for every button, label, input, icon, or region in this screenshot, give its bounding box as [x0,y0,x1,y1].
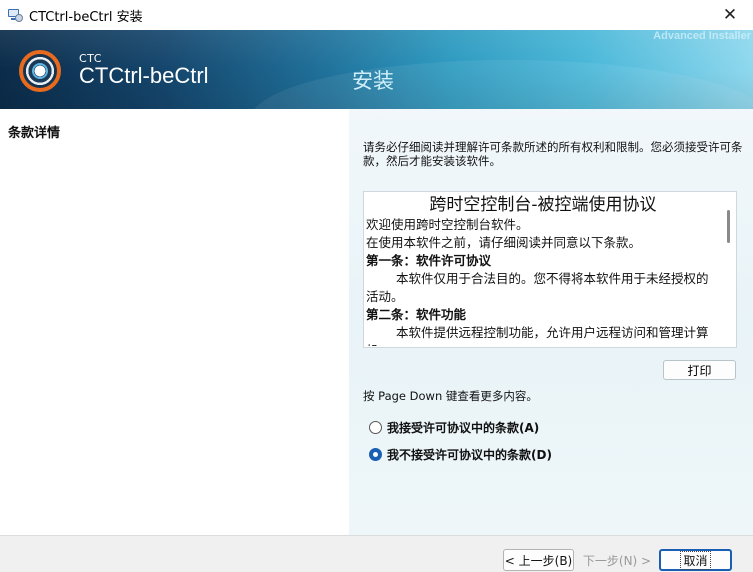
license-title: 跨时空控制台-被控端使用协议 [429,195,657,215]
left-panel: 条款详情 [0,109,349,535]
close-button[interactable]: ✕ [707,0,753,30]
close-icon: ✕ [722,5,738,25]
banner-title: 安装 [352,69,394,93]
license-heading: 第一条：软件许可协议 [366,253,492,268]
scroll-thumb[interactable] [727,210,730,243]
right-panel: 请务必仔细阅读并理解许可条款所述的所有权利和限制。您必须接受许可条款，然后才能安… [349,109,753,535]
license-content: 跨时空控制台-被控端使用协议 欢迎使用跨时空控制台软件。 在使用本软件之前，请仔… [365,194,721,346]
next-button[interactable]: 下一步(N) > [579,549,655,571]
license-heading: 第二条：软件功能 [366,307,467,322]
ctc-logo-icon [19,50,61,92]
header-banner: CTC CTCtrl-beCtrl 安装 Advanced Installer [0,30,753,109]
window-title: CTCtrl-beCtrl 安装 [29,9,143,25]
pagedown-hint: 按 Page Down 键查看更多内容。 [363,389,538,403]
accept-radio-option[interactable]: 我接受许可协议中的条款(A) [369,419,539,436]
license-paragraph: 本软件提供远程控制功能，允许用户远程访问和管理计算机。 [366,325,709,346]
license-scrollbar[interactable] [724,194,734,345]
license-line: 欢迎使用跨时空控制台软件。 [366,217,529,232]
license-line: 在使用本软件之前，请仔细阅读并同意以下条款。 [366,235,642,250]
license-text-box[interactable]: 跨时空控制台-被控端使用协议 欢迎使用跨时空控制台软件。 在使用本软件之前，请仔… [363,191,737,348]
footer-bar: < 上一步(B) 下一步(N) > 取消 [0,535,753,572]
back-button[interactable]: < 上一步(B) [503,549,574,571]
installer-brand: Advanced Installer [653,30,751,42]
print-button[interactable]: 打印 [663,360,736,380]
product-name: CTCtrl-beCtrl [79,63,209,88]
accept-radio[interactable] [369,421,382,434]
decline-radio-option[interactable]: 我不接受许可协议中的条款(D) [369,446,552,463]
installer-app-icon [7,7,23,23]
cancel-button[interactable]: 取消 [659,549,732,571]
license-paragraph: 本软件仅用于合法目的。您不得将本软件用于未经授权的活动。 [366,271,709,304]
step-title: 条款详情 [8,126,61,141]
cancel-button-label: 取消 [680,550,711,570]
decline-radio-label[interactable]: 我不接受许可协议中的条款(D) [387,446,552,463]
instructions-text: 请务必仔细阅读并理解许可条款所述的所有权利和限制。您必须接受许可条款，然后才能安… [363,140,743,168]
accept-radio-label[interactable]: 我接受许可协议中的条款(A) [387,419,539,436]
title-bar: CTCtrl-beCtrl 安装 ✕ [0,0,753,30]
decline-radio[interactable] [369,448,382,461]
